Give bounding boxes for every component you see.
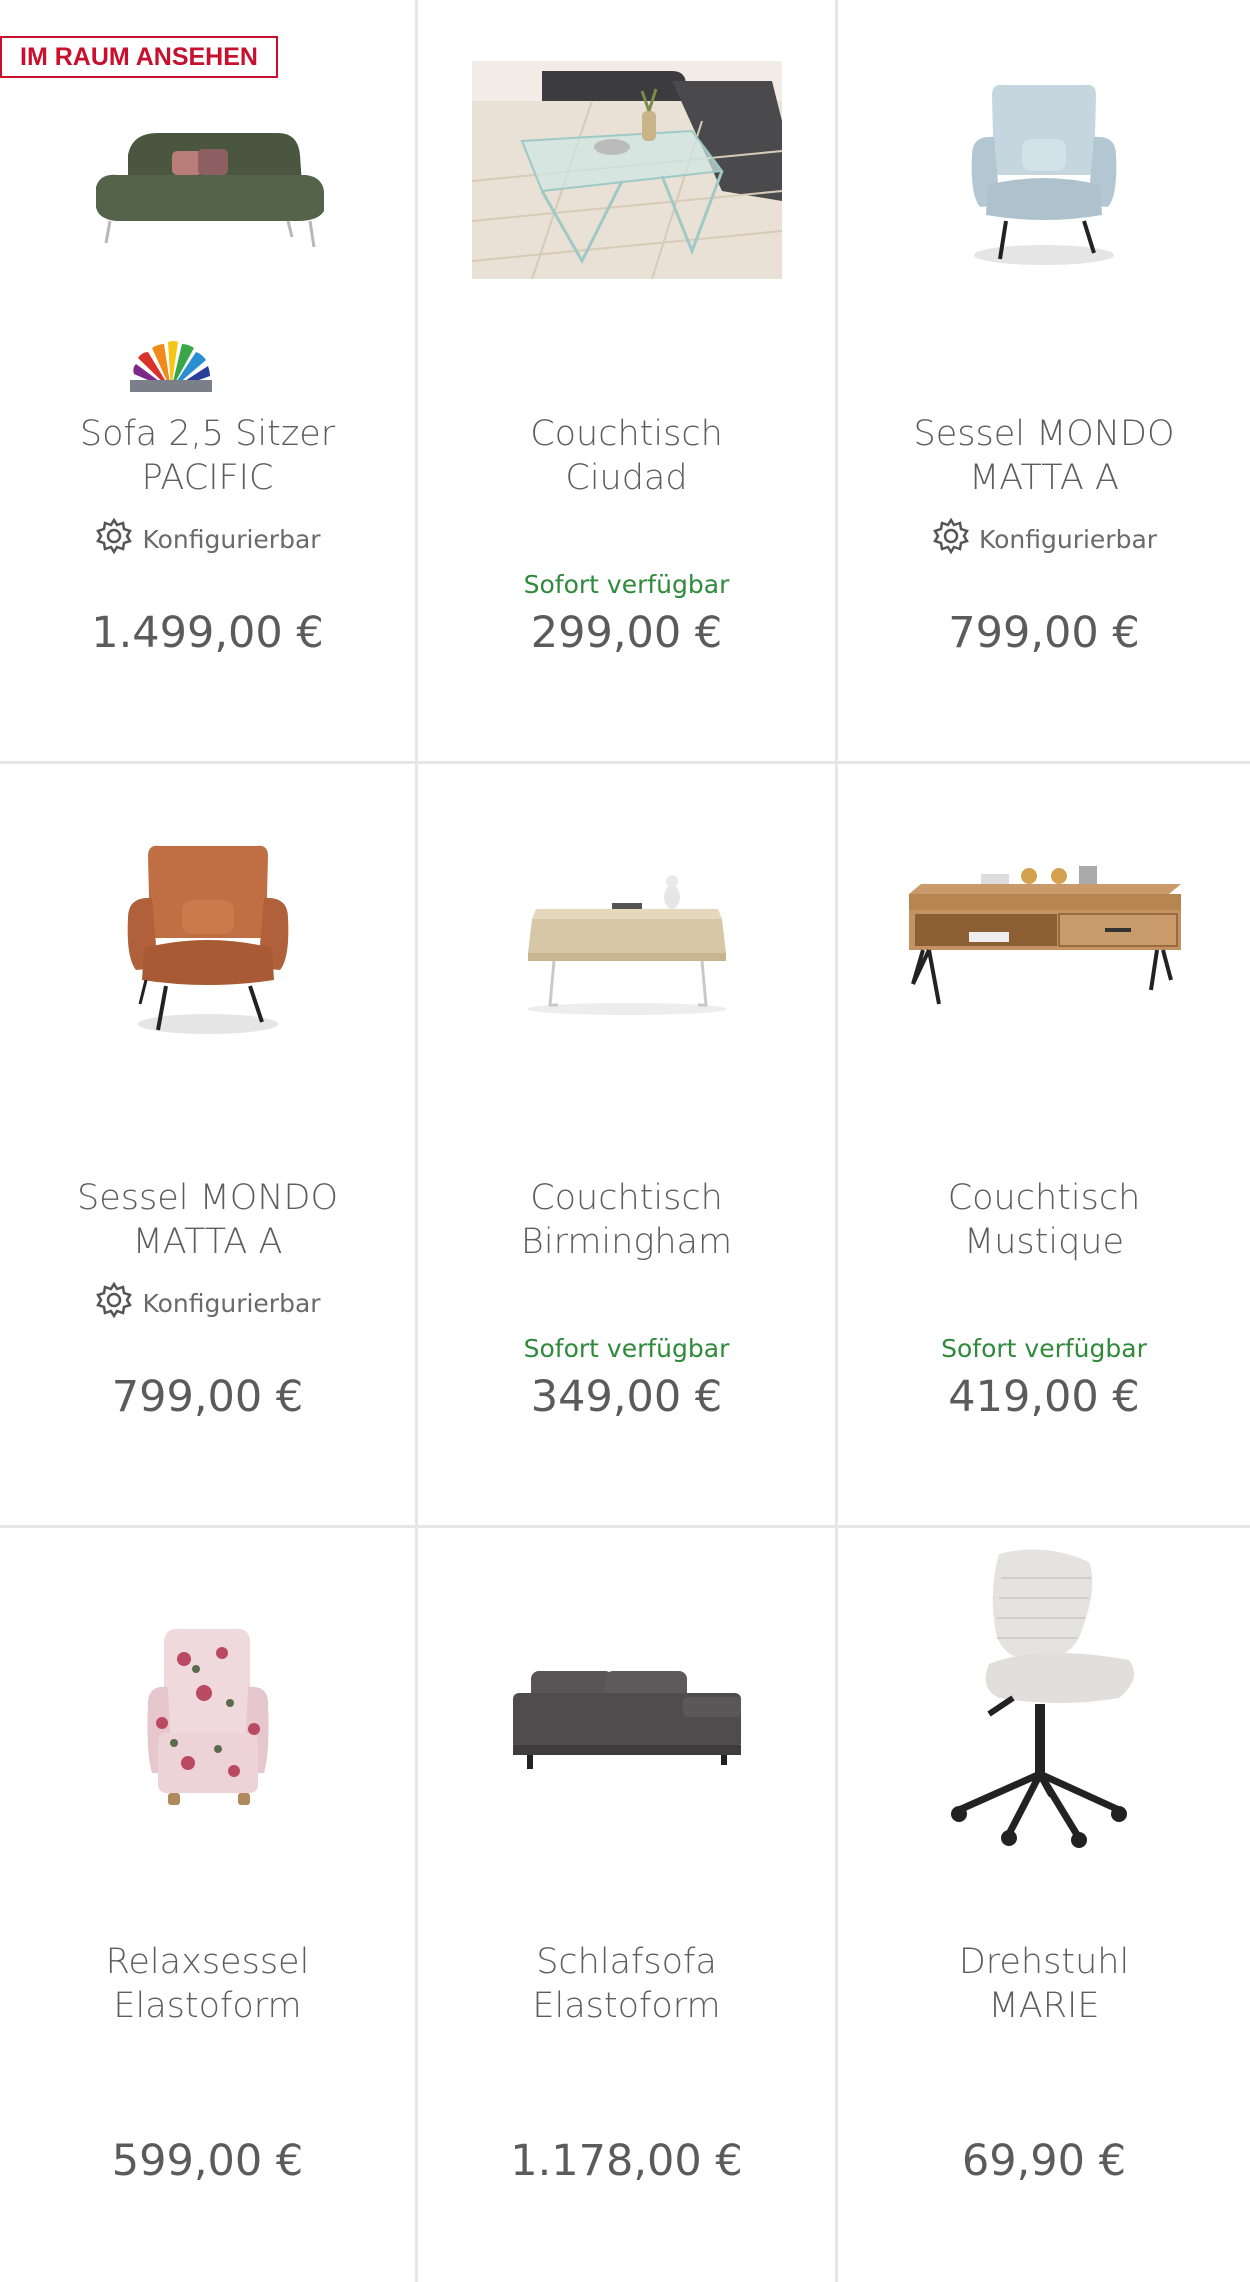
product-card-relaxsessel-elastoform[interactable]: Relaxsessel Elastoform 599,00 €: [0, 1528, 418, 2282]
wood-drawer-coffee-table-image[interactable]: [838, 834, 1250, 1044]
color-fan-icon: [128, 340, 214, 397]
product-title[interactable]: Couchtisch Ciudad: [428, 412, 825, 500]
product-price: 799,00 €: [948, 608, 1140, 658]
swivel-chair-image[interactable]: [838, 1548, 1250, 1848]
product-price: 799,00 €: [111, 1372, 304, 1422]
product-card-couchtisch-birmingham[interactable]: Couchtisch Birmingham Sofort verfügbar 3…: [418, 764, 838, 1528]
configurable-label: Konfigurierbar: [978, 524, 1158, 554]
floral-wingchair-image[interactable]: [0, 1608, 415, 1828]
product-title[interactable]: Schlafsofa Elastoform: [428, 1940, 825, 2028]
sofa-green-image[interactable]: [0, 90, 415, 290]
product-card-sofa-pacific[interactable]: IM RAUM ANSEHEN Sofa 2,5 Sitzer PACIFIC …: [0, 0, 418, 764]
product-price: 419,00 €: [948, 1372, 1140, 1422]
availability-label: Sofort verfügbar: [523, 1334, 730, 1363]
product-title[interactable]: Sofa 2,5 Sitzer PACIFIC: [10, 412, 405, 500]
product-title[interactable]: Couchtisch Birmingham: [428, 1176, 825, 1264]
gear-icon: [94, 1280, 134, 1326]
product-title[interactable]: Drehstuhl MARIE: [848, 1940, 1240, 2028]
availability-label: Sofort verfügbar: [941, 1334, 1147, 1363]
configurable-indicator: Konfigurierbar: [0, 516, 415, 562]
im-raum-ansehen-badge[interactable]: IM RAUM ANSEHEN: [0, 36, 278, 78]
product-title[interactable]: Couchtisch Mustique: [848, 1176, 1240, 1264]
product-grid: IM RAUM ANSEHEN Sofa 2,5 Sitzer PACIFIC …: [0, 0, 1250, 2282]
armchair-copper-image[interactable]: [0, 824, 415, 1054]
product-price: 599,00 €: [111, 2136, 304, 2186]
product-card-sessel-mondo-copper[interactable]: Sessel MONDO MATTA A Konfigurierbar 799,…: [0, 764, 418, 1528]
product-title[interactable]: Sessel MONDO MATTA A: [848, 412, 1240, 500]
product-card-couchtisch-mustique[interactable]: Couchtisch Mustique Sofort verfügbar 419…: [838, 764, 1250, 1528]
gear-icon: [931, 516, 971, 562]
product-card-schlafsofa-elastoform[interactable]: Schlafsofa Elastoform 1.178,00 €: [418, 1528, 838, 2282]
wood-glass-coffee-table-image[interactable]: [418, 844, 835, 1044]
configurable-label: Konfigurierbar: [142, 524, 321, 554]
configurable-indicator: Konfigurierbar: [0, 1280, 415, 1326]
product-price: 349,00 €: [530, 1372, 723, 1422]
configurable-indicator: Konfigurierbar: [838, 516, 1250, 562]
armchair-lightblue-image[interactable]: [838, 60, 1250, 290]
product-title[interactable]: Sessel MONDO MATTA A: [10, 1176, 405, 1264]
glass-coffee-table-image[interactable]: [418, 60, 835, 280]
gear-icon: [94, 516, 134, 562]
grey-sofa-bed-image[interactable]: [418, 1608, 835, 1828]
product-title[interactable]: Relaxsessel Elastoform: [10, 1940, 405, 2028]
product-card-sessel-mondo-light[interactable]: Sessel MONDO MATTA A Konfigurierbar 799,…: [838, 0, 1250, 764]
product-price: 299,00 €: [530, 608, 723, 658]
product-price: 1.499,00 €: [91, 608, 324, 658]
availability-label: Sofort verfügbar: [523, 570, 730, 599]
product-card-couchtisch-ciudad[interactable]: Couchtisch Ciudad Sofort verfügbar 299,0…: [418, 0, 838, 764]
configurable-label: Konfigurierbar: [142, 1288, 321, 1318]
product-card-drehstuhl-marie[interactable]: Drehstuhl MARIE 69,90 €: [838, 1528, 1250, 2282]
product-price: 69,90 €: [961, 2136, 1127, 2186]
product-price: 1.178,00 €: [510, 2136, 743, 2186]
